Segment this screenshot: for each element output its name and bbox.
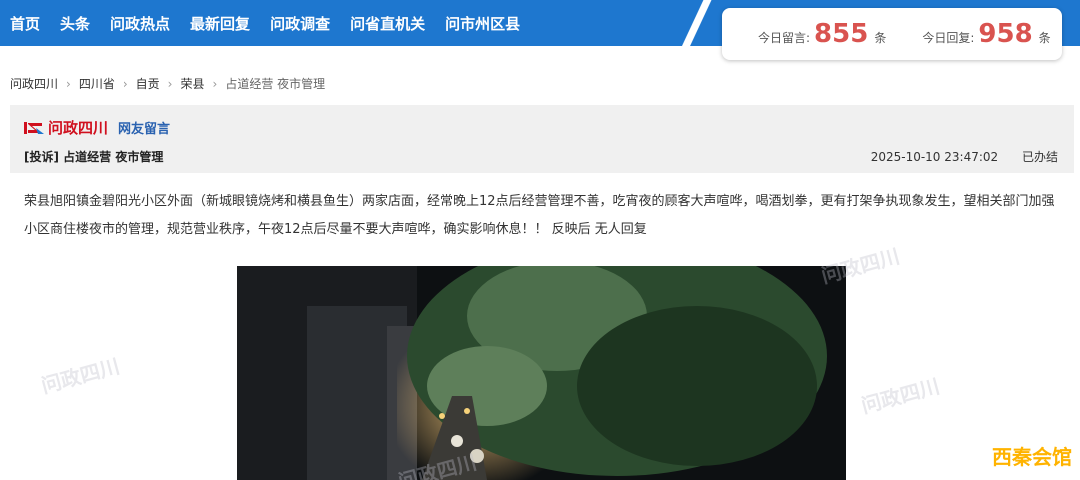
nav-provincial-agencies[interactable]: 问省直机关 xyxy=(350,13,425,34)
nav-latest-replies[interactable]: 最新回复 xyxy=(190,13,250,34)
chevron-right-icon: › xyxy=(122,76,128,91)
stat-today-messages: 今日留言: 855 条 xyxy=(758,19,886,49)
section-label[interactable]: 网友留言 xyxy=(118,118,170,137)
stat-today-replies: 今日回复: 958 条 xyxy=(922,19,1050,49)
nav-headlines[interactable]: 头条 xyxy=(60,13,90,34)
nav-surveys[interactable]: 问政调查 xyxy=(270,13,330,34)
nav-hot-topics[interactable]: 问政热点 xyxy=(110,13,170,34)
breadcrumb-current: 占道经营 夜市管理 xyxy=(225,77,326,91)
stat-label: 今日回复: xyxy=(922,31,975,45)
main-nav: 首页 头条 问政热点 最新回复 问政调查 问省直机关 问市州区县 xyxy=(0,0,540,46)
stat-unit: 条 xyxy=(874,31,887,45)
status-badge: 已办结 xyxy=(1021,150,1058,164)
brand-logo-icon xyxy=(24,120,44,136)
stat-label: 今日留言: xyxy=(758,31,811,45)
stat-unit: 条 xyxy=(1038,31,1051,45)
breadcrumb-county[interactable]: 荣县 xyxy=(180,75,204,92)
chevron-right-icon: › xyxy=(66,76,71,91)
stat-value: 855 xyxy=(814,19,869,49)
chevron-right-icon: › xyxy=(167,76,173,91)
breadcrumb-root[interactable]: 问政四川 xyxy=(10,75,58,92)
post-photo: 问政四川 xyxy=(237,266,846,480)
page-watermark: 问政四川 xyxy=(818,244,903,288)
daily-stats-box: 今日留言: 855 条 今日回复: 958 条 xyxy=(722,8,1062,60)
nav-city-county[interactable]: 问市州区县 xyxy=(445,13,520,34)
nav-home[interactable]: 首页 xyxy=(10,13,40,34)
nav-divider-slant xyxy=(670,0,722,46)
stat-value: 958 xyxy=(978,19,1033,49)
chevron-right-icon: › xyxy=(212,76,218,91)
night-street-image xyxy=(237,266,846,480)
breadcrumb-province[interactable]: 四川省 xyxy=(79,75,115,92)
post-header-panel: 问政四川 网友留言 [投诉] 占道经营 夜市管理 2025-10-10 23:4… xyxy=(10,105,1074,173)
page-watermark: 问政四川 xyxy=(858,374,943,418)
breadcrumb-city[interactable]: 自贡 xyxy=(136,75,160,92)
post-title: [投诉] 占道经营 夜市管理 xyxy=(24,150,164,164)
post-datetime: 2025-10-10 23:47:02 xyxy=(870,150,999,164)
corner-logo: 西秦会馆 xyxy=(992,445,1072,469)
page-watermark: 问政四川 xyxy=(38,354,123,398)
post-body: 荣县旭阳镇金碧阳光小区外面（新城眼镜烧烤和横县鱼生）两家店面，经常晚上12点后经… xyxy=(24,194,1055,237)
post-meta: 2025-10-10 23:47:02 已办结 xyxy=(871,148,1058,165)
brand-name: 问政四川 xyxy=(48,119,109,137)
brand-logo: 问政四川 网友留言 xyxy=(24,117,170,138)
breadcrumb: 问政四川 › 四川省 › 自贡 › 荣县 › 占道经营 夜市管理 xyxy=(10,75,325,92)
